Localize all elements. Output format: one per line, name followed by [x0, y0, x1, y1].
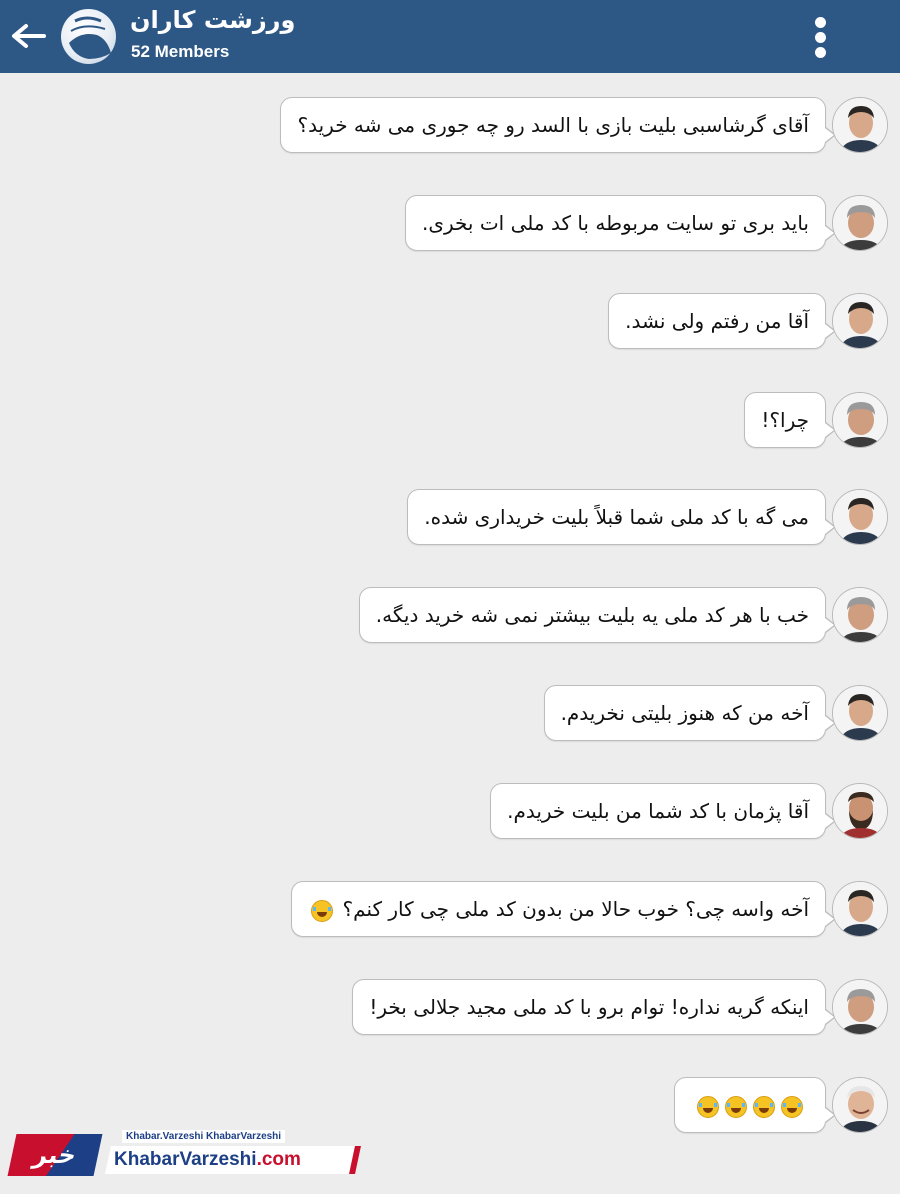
avatar[interactable] — [832, 1077, 888, 1133]
message-bubble[interactable]: می گه با کد ملی شما قبلاً بلیت خریداری ش… — [407, 489, 836, 545]
avatar[interactable] — [832, 293, 888, 349]
social-handles: Khabar.Varzeshi KhabarVarzeshi — [122, 1130, 286, 1143]
site-tld: .com — [256, 1149, 301, 1170]
message-bubble[interactable]: خب با هر کد ملی یه بلیت بیشتر نمی شه خری… — [358, 587, 837, 643]
back-arrow-icon[interactable] — [8, 20, 48, 52]
avatar[interactable] — [832, 685, 888, 741]
message-bubble[interactable]: آخه من که هنوز بلیتی نخریدم. — [543, 685, 837, 741]
laughing-tears-emoji-icon — [781, 1095, 803, 1118]
message-bubble[interactable]: آقای گرشاسبی بلیت بازی با السد رو چه جور… — [280, 97, 836, 153]
message-bubble[interactable]: باید بری تو سایت مربوطه با کد ملی ات بخر… — [404, 195, 837, 251]
site-watermark: خبر Khabar.Varzeshi KhabarVarzeshi Khaba… — [7, 1128, 362, 1184]
avatar[interactable] — [832, 195, 888, 251]
chat-header: ورزشت کاران 52 Members — [0, 0, 900, 73]
site-logo: خبر — [7, 1134, 103, 1176]
message-bubble[interactable]: آخه واسه چی؟ خوب حالا من بدون کد ملی چی … — [291, 881, 836, 937]
avatar[interactable] — [832, 489, 888, 545]
message-bubble[interactable]: چرا؟! — [744, 392, 836, 448]
crying-face-emoji-icon — [311, 899, 334, 922]
member-count: 52 Members — [131, 42, 230, 61]
laughing-tears-emoji-icon — [725, 1095, 747, 1118]
site-url: KhabarVarzeshi.com — [105, 1146, 361, 1174]
group-name: ورزشت کاران — [130, 6, 296, 34]
more-options-icon[interactable] — [808, 14, 832, 60]
laughing-tears-emoji-icon — [753, 1095, 775, 1118]
message-bubble[interactable]: آقا پژمان با کد شما من بلیت خریدم. — [490, 783, 836, 839]
site-name: KhabarVarzeshi — [114, 1149, 257, 1170]
group-avatar[interactable] — [61, 9, 116, 64]
message-bubble[interactable] — [674, 1077, 836, 1133]
avatar[interactable] — [832, 587, 888, 643]
laughing-tears-emoji-icon — [697, 1095, 719, 1118]
avatar[interactable] — [832, 881, 888, 937]
message-bubble[interactable]: اینکه گریه نداره! توام برو با کد ملی مجی… — [352, 979, 836, 1035]
avatar[interactable] — [832, 783, 888, 839]
message-bubble[interactable]: آقا من رفتم ولی نشد. — [608, 293, 836, 349]
avatar[interactable] — [832, 97, 888, 153]
message-text: آخه واسه چی؟ خوب حالا من بدون کد ملی چی … — [342, 897, 809, 921]
avatar[interactable] — [832, 979, 888, 1035]
avatar[interactable] — [832, 392, 888, 448]
